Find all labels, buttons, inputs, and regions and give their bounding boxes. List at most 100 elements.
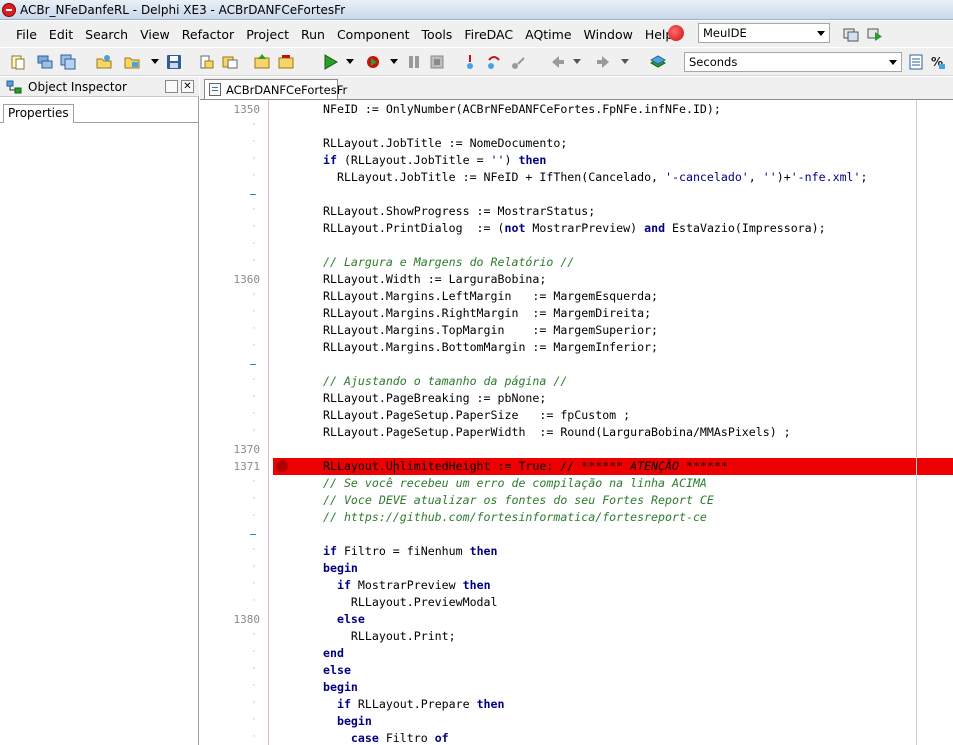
chevron-down-icon[interactable] xyxy=(150,58,160,66)
menu-tools[interactable]: Tools xyxy=(416,27,459,42)
desktop-layout-combo[interactable]: MeuIDE xyxy=(698,23,830,43)
line-marker-dot: · xyxy=(252,732,256,742)
line-marker-dot: · xyxy=(252,596,256,606)
red-ball-icon[interactable] xyxy=(668,25,684,41)
chevron-down-icon[interactable] xyxy=(345,58,355,66)
code-line[interactable]: RLLayout.PreviewModal xyxy=(323,594,498,611)
reopen-icon[interactable] xyxy=(124,54,140,70)
percent-icon[interactable]: % xyxy=(930,54,946,70)
run-icon[interactable] xyxy=(322,54,338,70)
pause-icon[interactable] xyxy=(406,54,422,70)
chevron-down-icon[interactable] xyxy=(389,58,399,66)
run-without-debug-icon[interactable] xyxy=(365,54,381,70)
line-marker-dot: · xyxy=(252,205,256,215)
tab-acbrdanfcefortesfr[interactable]: ACBrDANFCeFortesFr xyxy=(204,79,347,99)
menu-search[interactable]: Search xyxy=(79,27,134,42)
code-line[interactable]: NFeID := OnlyNumber(ACBrNFeDANFCeFortes.… xyxy=(323,101,721,118)
code-line[interactable]: if RLLayout.Prepare then xyxy=(323,696,505,713)
code-line[interactable]: // Ajustando o tamanho da página // xyxy=(323,373,567,390)
code-line[interactable]: if Filtro = fiNenhum then xyxy=(323,543,498,560)
save-desktop-icon[interactable] xyxy=(843,26,859,42)
chevron-down-icon[interactable] xyxy=(572,58,582,66)
menu-aqtime[interactable]: AQtime xyxy=(519,27,577,42)
run-to-cursor-icon[interactable] xyxy=(510,54,526,70)
menu-project[interactable]: Project xyxy=(240,27,295,42)
chevron-down-icon[interactable] xyxy=(620,58,630,66)
close-file-icon[interactable] xyxy=(222,54,238,70)
books-icon[interactable] xyxy=(650,54,666,70)
code-line[interactable]: RLLayout.Print; xyxy=(323,628,456,645)
menu-edit[interactable]: Edit xyxy=(43,27,79,42)
line-marker-dot: · xyxy=(252,239,256,249)
menu-run[interactable]: Run xyxy=(295,27,331,42)
open-file-icon[interactable] xyxy=(199,54,215,70)
code-line[interactable]: RLLayout.Width := LarguraBobina; xyxy=(323,271,546,288)
line-marker-dot: · xyxy=(252,392,256,402)
table-view-icon[interactable] xyxy=(908,54,924,70)
stop-icon[interactable] xyxy=(429,54,445,70)
code-line[interactable]: else xyxy=(323,611,365,628)
line-marker-dot: · xyxy=(252,562,256,572)
code-line[interactable]: end xyxy=(323,645,344,662)
code-line[interactable]: // https://github.com/fortesinformatica/… xyxy=(323,509,707,526)
code-line[interactable]: RLLayout.PageSetup.PaperSize := fpCustom… xyxy=(323,407,630,424)
tab-properties[interactable]: Properties xyxy=(3,104,74,123)
code-line[interactable]: RLLayout.UnlimitedHeight := True; // ***… xyxy=(323,458,728,475)
save-icon[interactable] xyxy=(166,54,182,70)
code-editor[interactable]: 1350 · · · · · · · · 1360 · · · · · · · · 1370 1371 · · · · · · · 1… xyxy=(200,99,953,745)
line-marker-dot: · xyxy=(252,545,256,555)
remove-from-project-icon[interactable] xyxy=(278,54,294,70)
code-line[interactable]: if MostrarPreview then xyxy=(323,577,491,594)
code-line[interactable]: RLLayout.PageBreaking := pbNone; xyxy=(323,390,546,407)
editor-tab-strip: ACBrDANFCeFortesFr xyxy=(200,77,953,99)
code-line[interactable]: RLLayout.Margins.RightMargin := MargemDi… xyxy=(323,305,651,322)
line-marker-dot: · xyxy=(252,511,256,521)
code-line[interactable]: RLLayout.JobTitle := NFeID + IfThen(Canc… xyxy=(323,169,868,186)
line-marker-dot: · xyxy=(252,647,256,657)
close-icon[interactable]: ✕ xyxy=(181,80,194,93)
code-line[interactable]: RLLayout.Margins.TopMargin := MargemSupe… xyxy=(323,322,658,339)
code-line[interactable]: case Filtro of xyxy=(323,730,449,745)
line-marker-dot: · xyxy=(252,579,256,589)
object-inspector-title: Object Inspector xyxy=(28,80,127,94)
line-marker-dot: · xyxy=(252,222,256,232)
open-icon[interactable] xyxy=(96,54,112,70)
menu-component[interactable]: Component xyxy=(331,27,416,42)
menu-file[interactable]: File xyxy=(10,27,43,42)
menu-firedac[interactable]: FireDAC xyxy=(458,27,519,42)
add-to-project-icon[interactable] xyxy=(254,54,270,70)
code-line[interactable]: begin xyxy=(323,713,372,730)
pin-icon[interactable] xyxy=(165,80,178,93)
unit-file-icon xyxy=(209,83,221,96)
code-line[interactable]: RLLayout.Margins.LeftMargin := MargemEsq… xyxy=(323,288,658,305)
code-area[interactable]: NFeID := OnlyNumber(ACBrNFeDANFCeFortes.… xyxy=(273,100,953,745)
menu-window[interactable]: Window xyxy=(578,27,639,42)
trace-into-icon[interactable] xyxy=(462,54,478,70)
save-all-icon[interactable] xyxy=(60,54,76,70)
debug-desktop-icon[interactable] xyxy=(867,26,883,42)
code-line[interactable]: RLLayout.Margins.BottomMargin := MargemI… xyxy=(323,339,658,356)
step-over-icon[interactable] xyxy=(486,54,502,70)
code-line[interactable]: // Largura e Margens do Relatório // xyxy=(323,254,574,271)
editor-tab-label: ACBrDANFCeFortesFr xyxy=(226,83,348,97)
code-line[interactable]: begin xyxy=(323,679,358,696)
line-marker-dot: · xyxy=(252,290,256,300)
menu-view[interactable]: View xyxy=(134,27,176,42)
code-line[interactable]: RLLayout.ShowProgress := MostrarStatus; xyxy=(323,203,595,220)
gutter-separator xyxy=(268,100,269,745)
code-line[interactable]: else xyxy=(323,662,351,679)
forward-icon[interactable] xyxy=(595,54,611,70)
line-marker-dot: · xyxy=(252,341,256,351)
code-line[interactable]: if (RLLayout.JobTitle = '') then xyxy=(323,152,546,169)
back-icon[interactable] xyxy=(550,54,566,70)
code-line[interactable]: begin xyxy=(323,560,358,577)
new-items-icon[interactable] xyxy=(10,54,26,70)
code-line[interactable]: // Voce DEVE atualizar os fontes do seu … xyxy=(323,492,714,509)
code-line[interactable]: RLLayout.PageSetup.PaperWidth := Round(L… xyxy=(323,424,791,441)
open-project-icon[interactable] xyxy=(37,54,53,70)
code-line[interactable]: RLLayout.JobTitle := NomeDocumento; xyxy=(323,135,567,152)
code-line[interactable]: RLLayout.PrintDialog := (not MostrarPrev… xyxy=(323,220,826,237)
menu-refactor[interactable]: Refactor xyxy=(176,27,240,42)
units-combo[interactable]: Seconds xyxy=(684,52,902,72)
code-line[interactable]: // Se você recebeu um erro de compilação… xyxy=(323,475,707,492)
